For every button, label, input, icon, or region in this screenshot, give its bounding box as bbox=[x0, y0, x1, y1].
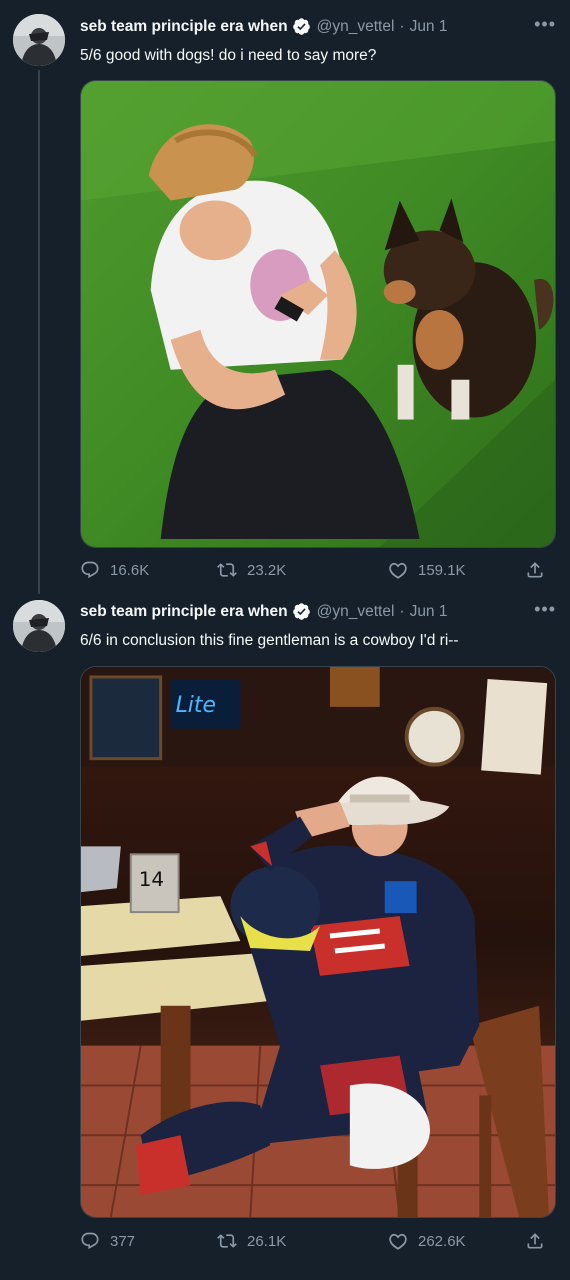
author-name[interactable]: seb team principle era when bbox=[80, 603, 288, 621]
tweet-header: seb team principle era when @yn_vettel ·… bbox=[80, 17, 550, 36]
avatar[interactable] bbox=[13, 14, 65, 66]
reply-icon bbox=[81, 561, 99, 579]
tweet-header: seb team principle era when @yn_vettel ·… bbox=[80, 602, 550, 621]
reply-count: 377 bbox=[110, 1232, 136, 1250]
more-icon[interactable]: ••• bbox=[534, 14, 556, 35]
author-name[interactable]: seb team principle era when bbox=[80, 18, 288, 36]
reply-button[interactable]: 377 bbox=[80, 1231, 135, 1251]
tweet-text: 6/6 in conclusion this fine gentleman is… bbox=[80, 632, 459, 649]
share-icon bbox=[527, 562, 543, 578]
like-count: 262.6K bbox=[418, 1232, 466, 1250]
retweet-button[interactable]: 23.2K bbox=[217, 560, 286, 580]
verified-icon bbox=[292, 603, 310, 620]
tweet-photo[interactable] bbox=[80, 80, 556, 548]
retweet-icon bbox=[217, 563, 237, 577]
share-button[interactable] bbox=[525, 1231, 545, 1251]
reply-count: 16.6K bbox=[110, 561, 150, 579]
thread-line bbox=[38, 70, 40, 594]
like-button[interactable]: 262.6K bbox=[388, 1231, 466, 1251]
author-handle[interactable]: @yn_vettel bbox=[317, 603, 395, 621]
retweet-count: 23.2K bbox=[247, 561, 287, 579]
like-count: 159.1K bbox=[418, 561, 466, 579]
tweet-photo[interactable]: Lite 14 bbox=[80, 666, 556, 1218]
tweet-date[interactable]: Jun 1 bbox=[410, 18, 448, 36]
tweet-text: 5/6 good with dogs! do i need to say mor… bbox=[80, 47, 377, 64]
svg-text:Lite: Lite bbox=[176, 693, 216, 718]
separator: · bbox=[399, 17, 405, 35]
reply-button[interactable]: 16.6K bbox=[80, 560, 149, 580]
separator: · bbox=[399, 602, 405, 620]
tweet-actions: 16.6K 23.2K 159.1K bbox=[80, 560, 556, 584]
retweet-button[interactable]: 26.1K bbox=[217, 1231, 286, 1251]
tweet-actions: 377 26.1K 262.6K bbox=[80, 1231, 556, 1255]
like-icon bbox=[389, 1233, 407, 1250]
verified-icon bbox=[292, 18, 310, 35]
author-handle[interactable]: @yn_vettel bbox=[317, 18, 395, 36]
avatar[interactable] bbox=[13, 600, 65, 652]
share-icon bbox=[527, 1233, 543, 1249]
reply-icon bbox=[81, 1232, 99, 1250]
tweet[interactable]: seb team principle era when @yn_vettel ·… bbox=[0, 586, 570, 1280]
more-icon[interactable]: ••• bbox=[534, 599, 556, 620]
retweet-icon bbox=[217, 1234, 237, 1248]
retweet-count: 26.1K bbox=[247, 1232, 287, 1250]
like-icon bbox=[389, 562, 407, 579]
share-button[interactable] bbox=[525, 560, 545, 580]
like-button[interactable]: 159.1K bbox=[388, 560, 466, 580]
tweet[interactable]: seb team principle era when @yn_vettel ·… bbox=[0, 0, 570, 600]
tweet-date[interactable]: Jun 1 bbox=[410, 603, 448, 621]
svg-text:14: 14 bbox=[139, 868, 164, 891]
